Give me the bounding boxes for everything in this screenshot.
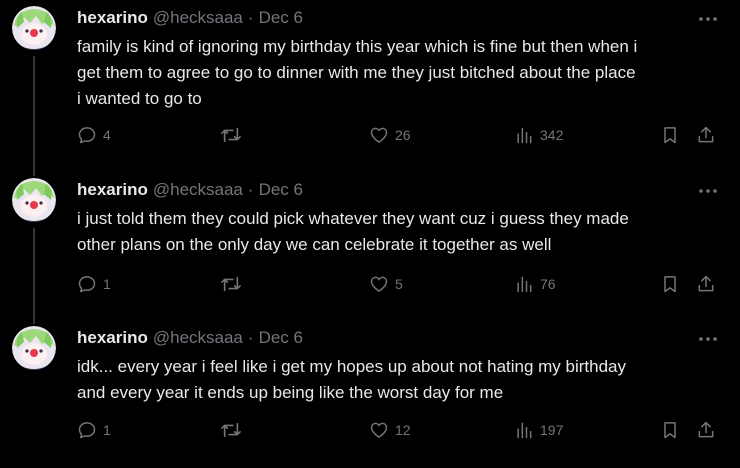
user-handle[interactable]: @hecksaaa bbox=[153, 8, 243, 28]
retweet-button[interactable] bbox=[220, 122, 248, 148]
tweet-header: hexarino @hecksaaa · Dec 6 bbox=[77, 327, 303, 349]
reply-count: 1 bbox=[103, 276, 111, 292]
bookmark-button[interactable] bbox=[660, 122, 680, 148]
bookmark-button[interactable] bbox=[660, 417, 680, 443]
bookmark-icon bbox=[660, 420, 680, 440]
tweet[interactable]: hexarino @hecksaaa · Dec 6 idk... every … bbox=[0, 320, 740, 468]
views-button[interactable]: 76 bbox=[514, 271, 556, 297]
like-count: 12 bbox=[395, 422, 411, 438]
retweet-button[interactable] bbox=[220, 417, 248, 443]
more-icon[interactable] bbox=[698, 329, 718, 349]
tweet-date[interactable]: Dec 6 bbox=[259, 8, 303, 28]
more-icon[interactable] bbox=[698, 181, 718, 201]
bookmark-button[interactable] bbox=[660, 271, 680, 297]
heart-icon bbox=[369, 125, 389, 145]
thread-line bbox=[33, 56, 35, 176]
tweet-text-line: i just told them they could pick whateve… bbox=[77, 209, 629, 228]
views-icon bbox=[514, 274, 534, 294]
action-bar: 1 12 197 bbox=[77, 417, 727, 443]
action-bar: 4 26 342 bbox=[77, 122, 727, 148]
reply-count: 1 bbox=[103, 422, 111, 438]
reply-icon bbox=[77, 420, 97, 440]
reply-icon bbox=[77, 125, 97, 145]
separator: · bbox=[247, 180, 254, 199]
share-button[interactable] bbox=[696, 417, 716, 443]
more-icon[interactable] bbox=[698, 9, 718, 29]
separator: · bbox=[247, 328, 254, 347]
heart-icon bbox=[369, 420, 389, 440]
tweet[interactable]: hexarino @hecksaaa · Dec 6 family is kin… bbox=[0, 0, 740, 176]
display-name[interactable]: hexarino bbox=[77, 8, 148, 28]
views-button[interactable]: 342 bbox=[514, 122, 563, 148]
like-count: 5 bbox=[395, 276, 403, 292]
tweet-header: hexarino @hecksaaa · Dec 6 bbox=[77, 7, 303, 29]
reply-icon bbox=[77, 274, 97, 294]
retweet-icon bbox=[220, 125, 242, 145]
share-icon bbox=[696, 125, 716, 145]
reply-button[interactable]: 1 bbox=[77, 417, 111, 443]
display-name[interactable]: hexarino bbox=[77, 180, 148, 200]
tweet-thread: hexarino @hecksaaa · Dec 6 family is kin… bbox=[0, 0, 740, 468]
display-name[interactable]: hexarino bbox=[77, 328, 148, 348]
reply-button[interactable]: 4 bbox=[77, 122, 111, 148]
action-bar: 1 5 76 bbox=[77, 271, 727, 297]
avatar[interactable] bbox=[12, 6, 56, 50]
tweet-date[interactable]: Dec 6 bbox=[259, 180, 303, 200]
tweet-header: hexarino @hecksaaa · Dec 6 bbox=[77, 179, 303, 201]
like-button[interactable]: 26 bbox=[369, 122, 411, 148]
tweet-text-line: other plans on the only day we can celeb… bbox=[77, 235, 552, 254]
bookmark-icon bbox=[660, 125, 680, 145]
tweet-text-line: idk... every year i feel like i get my h… bbox=[77, 357, 627, 376]
tweet-text-line: family is kind of ignoring my birthday t… bbox=[77, 37, 638, 56]
retweet-icon bbox=[220, 274, 242, 294]
views-button[interactable]: 197 bbox=[514, 417, 563, 443]
like-button[interactable]: 5 bbox=[369, 271, 403, 297]
share-icon bbox=[696, 420, 716, 440]
avatar[interactable] bbox=[12, 326, 56, 370]
reply-count: 4 bbox=[103, 127, 111, 143]
retweet-button[interactable] bbox=[220, 271, 248, 297]
views-icon bbox=[514, 420, 534, 440]
tweet[interactable]: hexarino @hecksaaa · Dec 6 i just told t… bbox=[0, 172, 740, 324]
user-handle[interactable]: @hecksaaa bbox=[153, 328, 243, 348]
bookmark-icon bbox=[660, 274, 680, 294]
views-count: 76 bbox=[540, 276, 556, 292]
retweet-icon bbox=[220, 420, 242, 440]
share-icon bbox=[696, 274, 716, 294]
tweet-text: i just told them they could pick whateve… bbox=[77, 206, 727, 258]
tweet-text: idk... every year i feel like i get my h… bbox=[77, 354, 727, 406]
tweet-text-line: i wanted to go to bbox=[77, 89, 202, 108]
like-count: 26 bbox=[395, 127, 411, 143]
avatar[interactable] bbox=[12, 178, 56, 222]
tweet-text-line: and every year it ends up being like the… bbox=[77, 383, 504, 402]
tweet-text: family is kind of ignoring my birthday t… bbox=[77, 34, 727, 112]
views-count: 197 bbox=[540, 422, 564, 438]
views-count: 342 bbox=[540, 127, 564, 143]
like-button[interactable]: 12 bbox=[369, 417, 411, 443]
share-button[interactable] bbox=[696, 122, 716, 148]
thread-line bbox=[33, 228, 35, 324]
user-handle[interactable]: @hecksaaa bbox=[153, 180, 243, 200]
share-button[interactable] bbox=[696, 271, 716, 297]
heart-icon bbox=[369, 274, 389, 294]
separator: · bbox=[247, 8, 254, 27]
reply-button[interactable]: 1 bbox=[77, 271, 111, 297]
tweet-date[interactable]: Dec 6 bbox=[259, 328, 303, 348]
tweet-text-line: get them to agree to go to dinner with m… bbox=[77, 63, 636, 82]
views-icon bbox=[514, 125, 534, 145]
